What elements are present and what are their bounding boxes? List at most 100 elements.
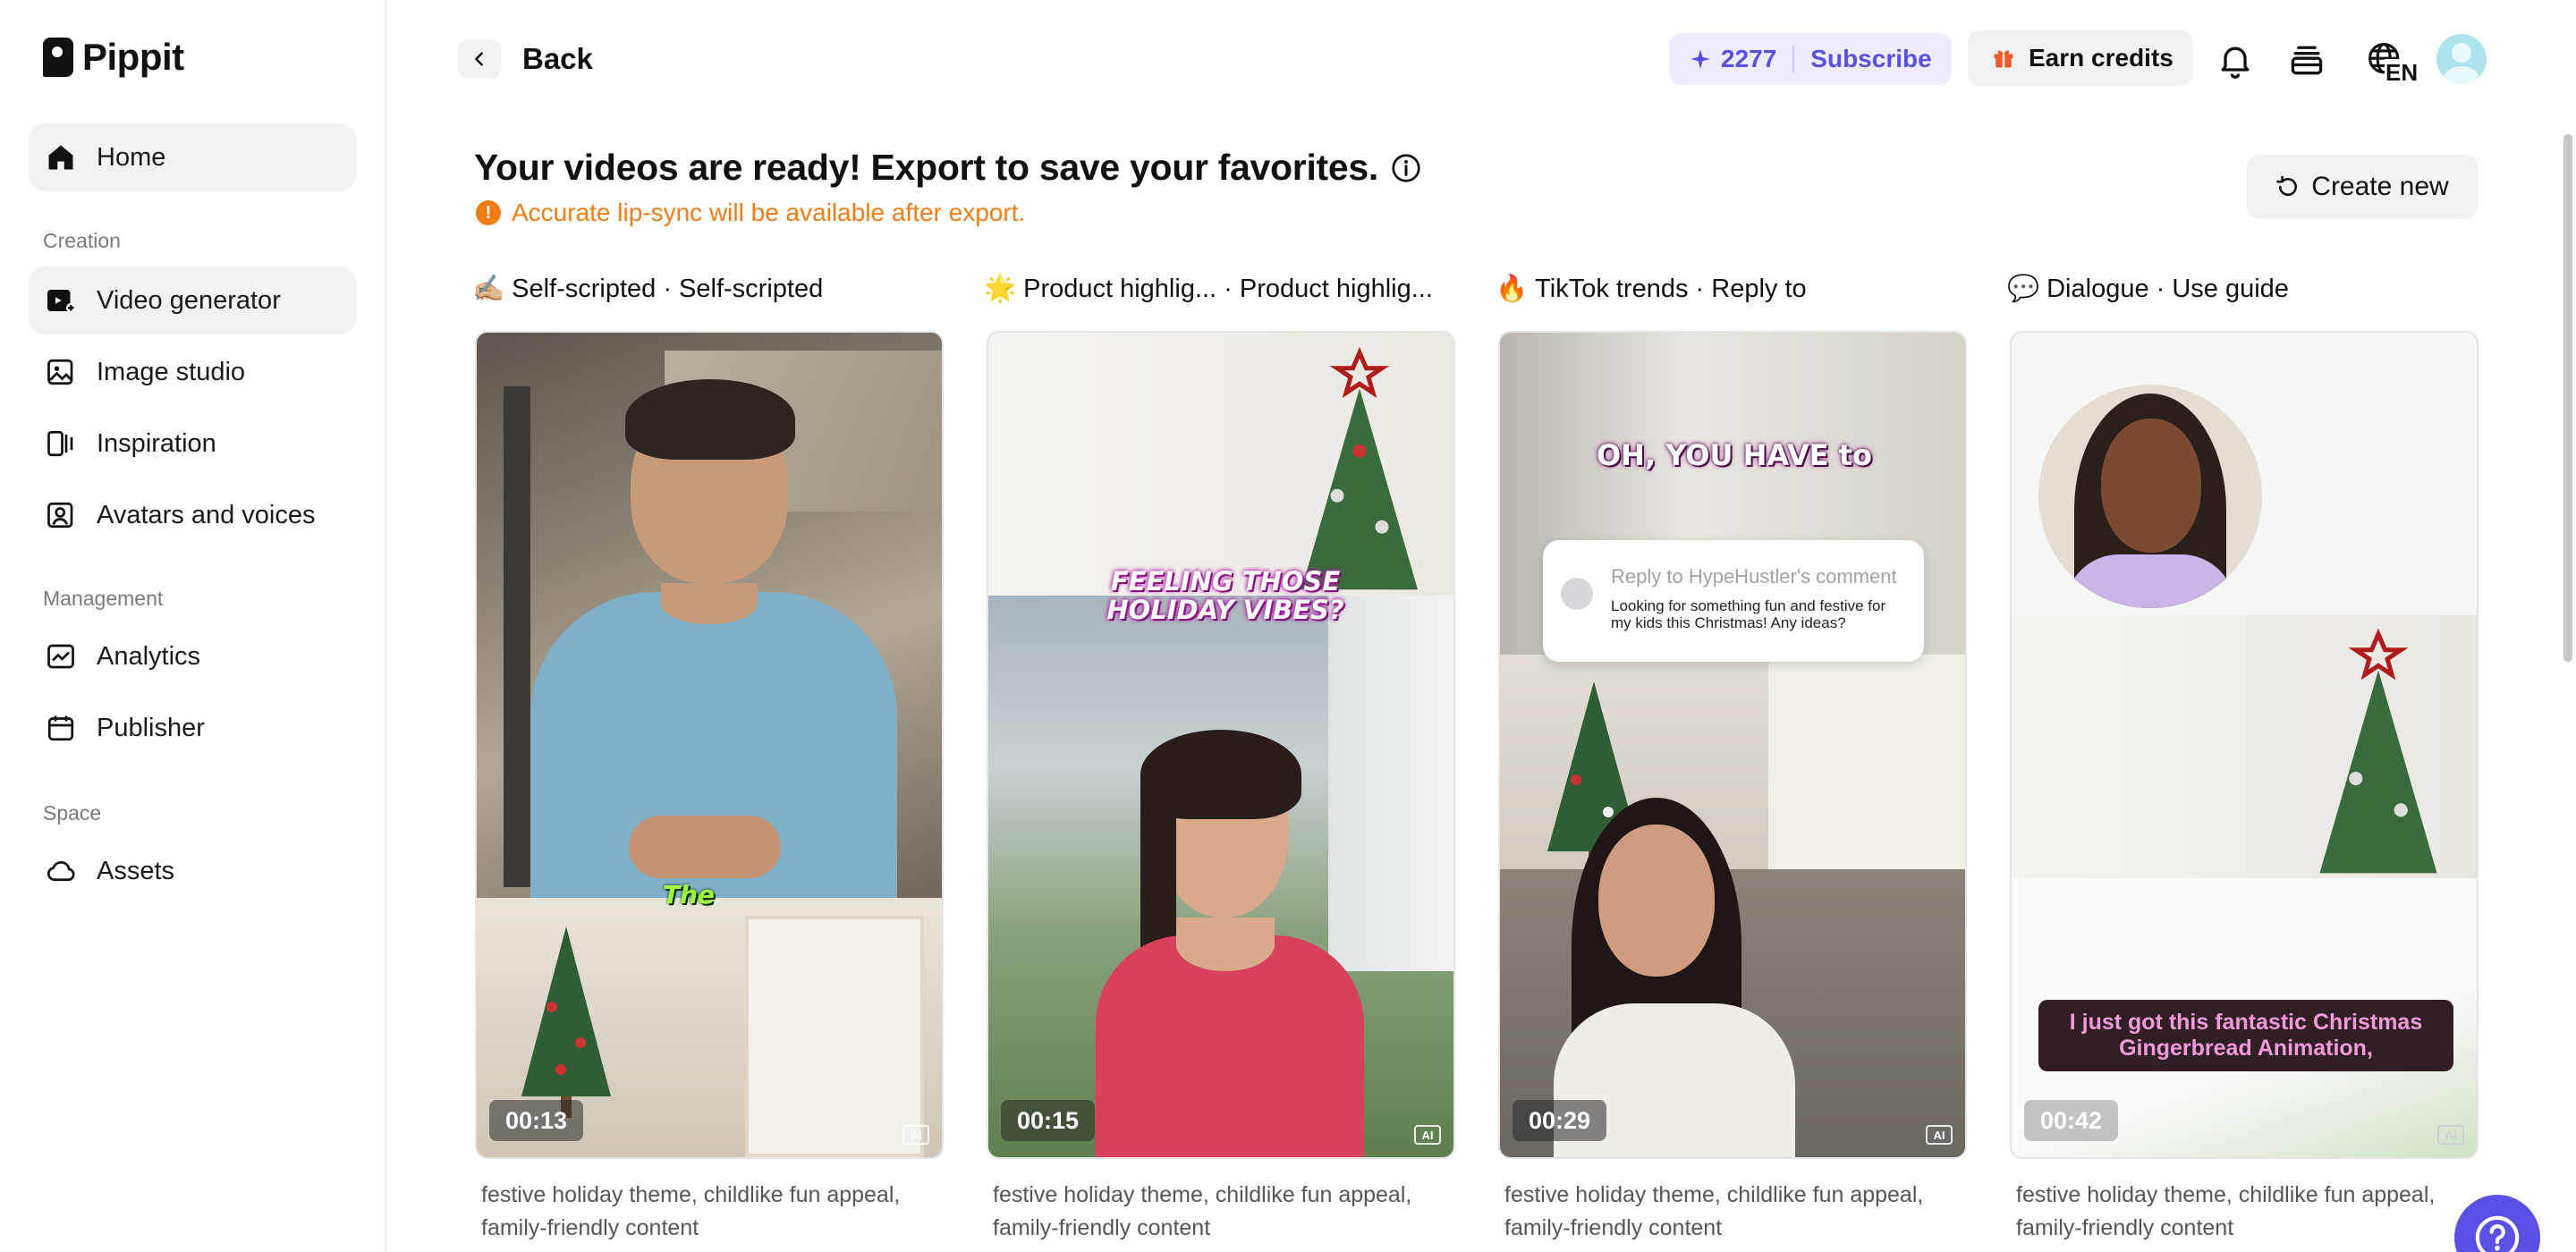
card-title-text: Self-scripted · Self-scripted: [512, 274, 824, 303]
video-card[interactable]: OH, YOU HAVE to Reply to HypeHustler's c…: [1498, 331, 1967, 1159]
user-avatar[interactable]: [2436, 34, 2487, 84]
duration-badge: 00:13: [489, 1100, 584, 1141]
image-studio-icon: [47, 359, 73, 385]
language-code: EN: [2385, 59, 2419, 87]
info-icon[interactable]: [1390, 152, 1422, 184]
video-caption: FEELING THOSE HOLIDAY VIBES?: [1106, 566, 1344, 625]
refresh-icon: [2276, 175, 2298, 197]
video-frame: [477, 333, 942, 914]
duration-badge: 00:15: [1001, 1100, 1096, 1141]
video-card[interactable]: I just got this fantastic Christmas Ging…: [2010, 331, 2479, 1159]
sidebar-item-analytics[interactable]: Analytics: [29, 622, 356, 690]
create-new-button[interactable]: Create new: [2247, 155, 2478, 219]
section-label-space: Space: [43, 801, 102, 825]
ai-badge: AI: [1926, 1125, 1953, 1145]
ai-badge: AI: [2437, 1125, 2464, 1145]
sidebar-item-inspiration[interactable]: Inspiration: [29, 410, 356, 478]
earn-credits-button[interactable]: Earn credits: [1968, 30, 2193, 86]
back-label[interactable]: Back: [522, 42, 593, 76]
sidebar-item-label: Inspiration: [97, 428, 216, 458]
sidebar-item-label: Publisher: [97, 713, 205, 742]
video-card[interactable]: FEELING THOSE HOLIDAY VIBES? 00:15 AI: [987, 331, 1455, 1159]
question-mark-icon: [2475, 1215, 2520, 1252]
gift-icon: [1994, 50, 2013, 68]
room-frame: [2012, 615, 2477, 878]
ai-badge: AI: [902, 1125, 929, 1145]
cloud-icon: [47, 860, 75, 882]
section-label-management: Management: [43, 587, 164, 610]
home-icon: [48, 145, 73, 170]
notifications-button[interactable]: [2215, 39, 2256, 80]
sidebar-item-image-studio[interactable]: Image studio: [29, 338, 356, 406]
video-caption: I just got this fantastic Christmas Ging…: [2038, 1000, 2453, 1071]
writing-hand-icon: ✍🏼: [472, 275, 505, 303]
lip-sync-warning: ! Accurate lip-sync will be available af…: [476, 199, 1025, 227]
card-title-text: Dialogue · Use guide: [2046, 274, 2289, 303]
video-generator-icon: [47, 290, 76, 313]
speech-bubble-icon: 💬: [2007, 275, 2040, 303]
subscribe-button[interactable]: Subscribe: [1810, 45, 1931, 73]
reply-comment-card: Reply to HypeHustler's comment Looking f…: [1543, 540, 1924, 662]
calendar-icon: [47, 715, 74, 741]
sparkle-icon: [1690, 49, 1710, 69]
reply-text: Looking for something fun and festive fo…: [1611, 597, 1886, 631]
card-description: festive holiday theme, childlike fun app…: [993, 1182, 1412, 1240]
sidebar-item-label: Assets: [97, 856, 175, 885]
create-new-label: Create new: [2311, 172, 2449, 201]
fire-icon: 🔥: [1496, 275, 1529, 303]
card-title: 🔥 TikTok trends · Reply to: [1496, 274, 1807, 304]
sidebar-item-avatars-and-voices[interactable]: Avatars and voices: [29, 481, 356, 549]
scrollbar[interactable]: [2563, 134, 2572, 662]
presenter-avatar: [2038, 385, 2262, 608]
card-title: ✍🏼 Self-scripted · Self-scripted: [472, 274, 823, 304]
card-title: 🌟 Product highlig... · Product highlig..…: [984, 274, 1433, 304]
earn-credits-label: Earn credits: [2029, 44, 2174, 72]
reply-title: Reply to HypeHustler's comment: [1611, 565, 1897, 588]
video-card[interactable]: The 00:13 AI: [475, 331, 944, 1159]
warning-icon: !: [476, 200, 501, 225]
room-frame: [988, 333, 1453, 596]
video-frame: [988, 596, 1453, 1157]
card-description: festive holiday theme, childlike fun app…: [1504, 1182, 1924, 1240]
card-title-text: TikTok trends · Reply to: [1535, 274, 1807, 303]
avatar-voice-icon: [47, 502, 73, 529]
christmas-tree-icon: [2319, 628, 2437, 874]
sidebar-item-home[interactable]: Home: [29, 123, 356, 191]
duration-badge: 00:29: [1513, 1100, 1607, 1141]
sidebar-item-publisher[interactable]: Publisher: [29, 694, 356, 762]
sidebar-item-assets[interactable]: Assets: [29, 837, 356, 905]
duration-badge: 00:42: [2024, 1100, 2119, 1141]
sidebar-item-label: Image studio: [97, 357, 246, 386]
warning-text: Accurate lip-sync will be available afte…: [512, 199, 1026, 226]
inspiration-icon: [47, 430, 73, 457]
back-button[interactable]: [458, 39, 501, 79]
bell-icon: [2221, 47, 2250, 79]
christmas-tree-icon: [521, 926, 611, 1118]
logo-mark-icon: [43, 38, 73, 77]
card-description: festive holiday theme, childlike fun app…: [2016, 1182, 2436, 1240]
room-frame: [1500, 655, 1965, 1157]
divider: [1792, 46, 1795, 72]
section-label-creation: Creation: [43, 229, 121, 252]
stack-icon: [2291, 46, 2323, 75]
card-description: festive holiday theme, childlike fun app…: [481, 1182, 901, 1240]
sidebar-item-label: Home: [97, 142, 166, 172]
sidebar-item-label: Video generator: [97, 285, 281, 315]
commenter-avatar: [1561, 578, 1593, 610]
stack-button[interactable]: [2286, 39, 2327, 80]
sidebar-item-video-generator[interactable]: Video generator: [29, 266, 356, 334]
credits-count: 2277: [1721, 45, 1777, 72]
star-icon: 🌟: [984, 275, 1017, 303]
video-caption: OH, YOU HAVE to: [1596, 438, 1873, 472]
ai-badge: AI: [1414, 1125, 1441, 1145]
analytics-icon: [47, 644, 74, 669]
video-caption: The: [663, 880, 716, 909]
christmas-tree-icon: [1301, 346, 1418, 590]
page-title: Your videos are ready! Export to save yo…: [474, 147, 1378, 188]
brand-name: Pippit: [82, 36, 184, 78]
language-button[interactable]: EN: [2358, 39, 2419, 87]
chevron-left-icon: [475, 52, 483, 66]
credits-subscribe-pill[interactable]: 2277 Subscribe: [1669, 33, 1952, 85]
pippit-logo[interactable]: Pippit: [43, 36, 184, 79]
sidebar-item-label: Avatars and voices: [97, 500, 316, 529]
